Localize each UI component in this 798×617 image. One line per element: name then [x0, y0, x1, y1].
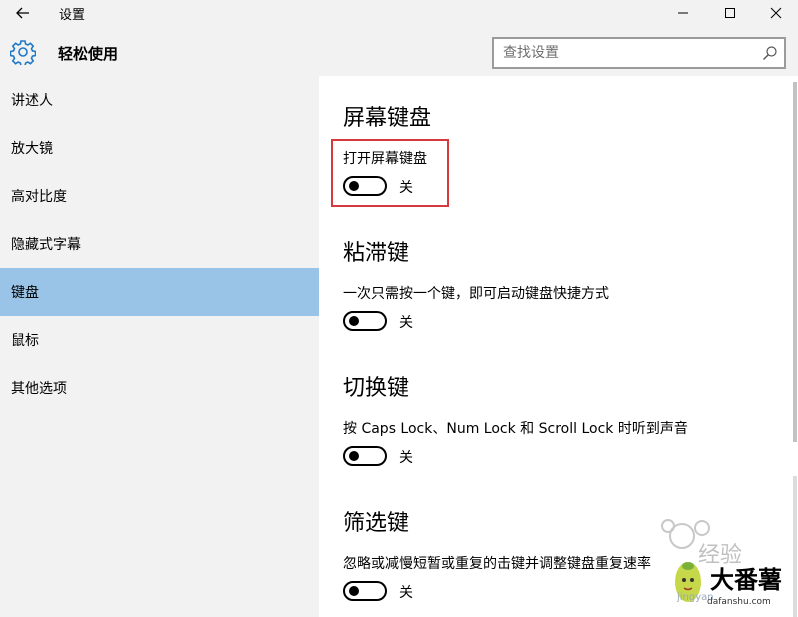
section-heading-toggle-keys: 切换键 [343, 376, 410, 401]
title-bar: 设置 [0, 0, 798, 28]
on-screen-keyboard-state: 关 [399, 180, 413, 196]
filter-keys-description: 忽略或减慢短暂或重复的击键并调整键盘重复速率 [343, 556, 651, 572]
sticky-keys-toggle[interactable] [343, 311, 387, 331]
watermark-domain: dafanshu.com [707, 597, 771, 607]
search-input[interactable] [494, 39, 756, 67]
section-heading-filter-keys: 筛选键 [343, 511, 410, 536]
search-icon[interactable] [762, 45, 778, 61]
sidebar-item-magnifier[interactable]: 放大镜 [0, 124, 319, 172]
toggle-knob [349, 181, 359, 191]
maximize-icon [725, 8, 735, 18]
page-title: 轻松使用 [58, 45, 119, 63]
arrow-left-icon [16, 7, 29, 19]
toggle-knob [349, 586, 359, 596]
window-title: 设置 [59, 8, 86, 23]
sticky-keys-description: 一次只需按一个键，即可启动键盘快捷方式 [343, 286, 609, 302]
sidebar-item-high-contrast[interactable]: 高对比度 [0, 172, 319, 220]
search-box[interactable] [492, 37, 786, 69]
maximize-button[interactable] [707, 0, 753, 26]
sticky-keys-state: 关 [399, 315, 413, 331]
toggle-knob [349, 316, 359, 326]
filter-keys-state: 关 [399, 585, 413, 601]
sidebar-item-keyboard[interactable]: 键盘 [0, 268, 319, 316]
sidebar-item-closed-captions[interactable]: 隐藏式字幕 [0, 220, 319, 268]
minimize-icon [678, 12, 688, 14]
gear-icon [10, 40, 36, 65]
back-button[interactable] [10, 2, 36, 24]
on-screen-keyboard-toggle[interactable] [343, 176, 387, 196]
sidebar: 讲述人 放大镜 高对比度 隐藏式字幕 键盘 鼠标 其他选项 [0, 76, 319, 617]
section-heading-sticky-keys: 粘滞键 [343, 241, 410, 266]
filter-keys-toggle[interactable] [343, 581, 387, 601]
toggle-keys-state: 关 [399, 450, 413, 466]
sidebar-item-other-options[interactable]: 其他选项 [0, 364, 319, 412]
scrollbar-thumb[interactable] [793, 82, 797, 442]
settings-header: 轻松使用 [0, 28, 798, 76]
minimize-button[interactable] [660, 0, 706, 26]
sidebar-item-mouse[interactable]: 鼠标 [0, 316, 319, 364]
on-screen-keyboard-label: 打开屏幕键盘 [343, 151, 427, 167]
toggle-keys-toggle[interactable] [343, 446, 387, 466]
close-icon [770, 7, 782, 19]
close-button[interactable] [753, 0, 798, 26]
toggle-keys-description: 按 Caps Lock、Num Lock 和 Scroll Lock 时听到声音 [343, 421, 688, 437]
sidebar-item-narrator[interactable]: 讲述人 [0, 76, 319, 124]
watermark-brand: 大番薯 [710, 566, 782, 594]
toggle-knob [349, 451, 359, 461]
section-heading-on-screen-keyboard: 屏幕键盘 [343, 106, 432, 131]
